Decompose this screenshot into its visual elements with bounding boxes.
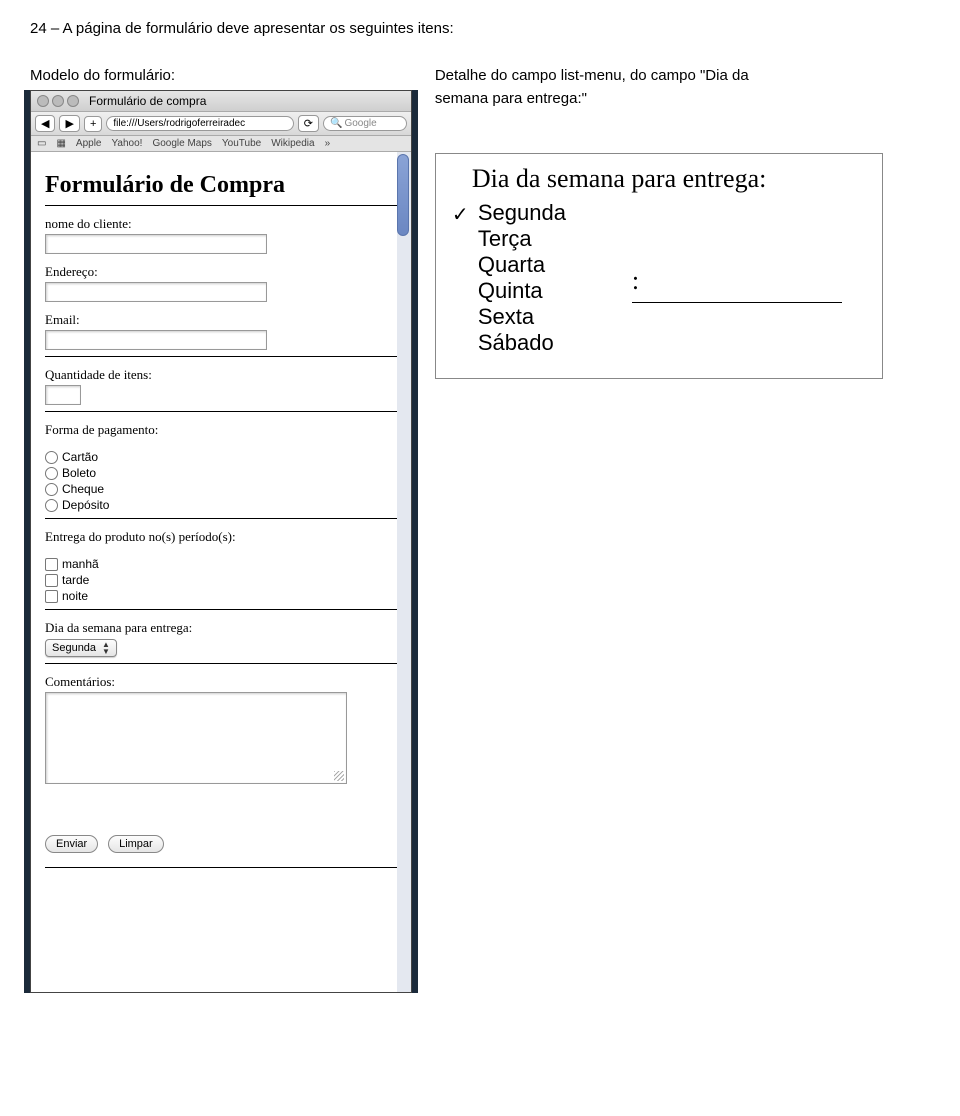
menu-option[interactable]: Quarta — [442, 252, 642, 278]
detail-field-label: Dia da semana para entrega: — [472, 164, 872, 194]
divider — [45, 205, 397, 206]
menu-option-label: Quinta — [478, 278, 543, 303]
menu-option[interactable]: Terça — [442, 226, 642, 252]
checkbox-label: tarde — [62, 573, 89, 587]
label-nome: nome do cliente: — [45, 216, 397, 232]
search-field[interactable]: 🔍 Google — [323, 116, 407, 131]
bookmark-link[interactable]: Wikipedia — [271, 138, 314, 149]
label-periodo: Entrega do produto no(s) período(s): — [45, 529, 397, 545]
label-dia: Dia da semana para entrega: — [45, 620, 397, 636]
divider — [45, 609, 397, 610]
forward-button[interactable]: ▶ — [59, 115, 79, 132]
radio-label: Boleto — [62, 466, 96, 480]
resize-grip-icon[interactable] — [334, 771, 344, 781]
menu-option-label: Sábado — [478, 330, 554, 355]
radio-label: Cartão — [62, 450, 98, 464]
reload-button[interactable]: ⟳ — [298, 115, 319, 132]
menu-option[interactable]: Quinta — [442, 278, 642, 304]
layout-table: Modelo do formulário: Formulário de comp… — [30, 67, 930, 993]
divider — [45, 518, 397, 519]
divider — [45, 411, 397, 412]
submit-button[interactable]: Enviar — [45, 835, 98, 853]
caption-detail-line1: Detalhe do campo list-menu, do campo "Di… — [435, 67, 920, 84]
checkbox-icon — [45, 574, 58, 587]
address-bar[interactable]: file:///Users/rodrigoferreiradec — [106, 116, 293, 131]
caption-detail-line2: semana para entrega:" — [435, 90, 920, 107]
scrollbar-thumb[interactable] — [397, 154, 409, 236]
label-pagamento: Forma de pagamento: — [45, 422, 397, 438]
back-button[interactable]: ◀ — [35, 115, 55, 132]
select-menu-popup: ✓ Segunda Terça Quarta Quinta Sexta Sábad… — [442, 196, 642, 360]
window-title: Formulário de compra — [89, 94, 206, 108]
form-title: Formulário de Compra — [45, 172, 397, 199]
checkbox-label: noite — [62, 589, 88, 603]
checkbox-option[interactable]: manhã — [45, 557, 397, 571]
divider — [45, 663, 397, 664]
topsites-icon[interactable]: ▦ — [56, 138, 65, 149]
menu-option-label: Quarta — [478, 252, 545, 277]
menu-option-label: Sexta — [478, 304, 534, 329]
checkbox-icon — [45, 590, 58, 603]
add-bookmark-button[interactable]: + — [84, 116, 102, 132]
label-comentarios: Comentários: — [45, 674, 397, 690]
label-quantidade: Quantidade de itens: — [45, 367, 397, 383]
bookmarks-overflow[interactable]: » — [325, 138, 331, 149]
search-icon: 🔍 — [330, 118, 342, 129]
textarea-comentarios[interactable] — [45, 692, 347, 784]
menu-option-label: Terça — [478, 226, 532, 251]
input-quantidade[interactable] — [45, 385, 81, 405]
radio-label: Cheque — [62, 482, 104, 496]
label-email: Email: — [45, 312, 397, 328]
radio-option[interactable]: Boleto — [45, 466, 397, 480]
check-icon: ✓ — [452, 202, 469, 227]
bookmark-link[interactable]: Google Maps — [152, 138, 211, 149]
close-dot-icon[interactable] — [37, 95, 49, 107]
radio-option[interactable]: Depósito — [45, 498, 397, 512]
radio-label: Depósito — [62, 498, 109, 512]
checkbox-option[interactable]: noite — [45, 589, 397, 603]
caption-model: Modelo do formulário: — [30, 67, 425, 84]
input-email[interactable] — [45, 330, 267, 350]
chevron-updown-icon: ▲▼ — [102, 641, 110, 655]
bookmarks-bar: ▭ ▦ Apple Yahoo! Google Maps YouTube Wik… — [31, 136, 411, 152]
page-content: Formulário de Compra nome do cliente: En… — [31, 152, 411, 992]
browser-toolbar: ◀ ▶ + file:///Users/rodrigoferreiradec ⟳… — [31, 112, 411, 136]
label-endereco: Endereço: — [45, 264, 397, 280]
traffic-lights — [37, 95, 79, 107]
browser-window: Formulário de compra ◀ ▶ + file:///Users… — [30, 90, 412, 993]
reading-list-icon[interactable]: ▭ — [37, 138, 46, 149]
radio-option[interactable]: Cheque — [45, 482, 397, 496]
titlebar: Formulário de compra — [31, 91, 411, 112]
menu-option[interactable]: Sexta — [442, 304, 642, 330]
divider — [45, 867, 397, 868]
bookmark-link[interactable]: Yahoo! — [111, 138, 142, 149]
checkbox-icon — [45, 558, 58, 571]
radio-icon — [45, 499, 58, 512]
radio-icon — [45, 483, 58, 496]
scrollbar-track[interactable] — [397, 152, 411, 992]
doc-step-text: 24 – A página de formulário deve apresen… — [30, 20, 930, 37]
radio-icon — [45, 467, 58, 480]
bookmark-link[interactable]: Apple — [76, 138, 102, 149]
input-nome[interactable] — [45, 234, 267, 254]
select-value: Segunda — [52, 642, 96, 654]
detail-screenshot: Dia da semana para entrega: ✓ Segunda Ter… — [435, 153, 883, 379]
checkbox-label: manhã — [62, 557, 99, 571]
input-endereco[interactable] — [45, 282, 267, 302]
menu-option[interactable]: ✓ Segunda — [442, 200, 642, 226]
background-label-fragment: : — [632, 196, 842, 303]
reset-button[interactable]: Limpar — [108, 835, 164, 853]
menu-option[interactable]: Sábado — [442, 330, 642, 356]
divider — [45, 356, 397, 357]
zoom-dot-icon[interactable] — [67, 95, 79, 107]
select-dia[interactable]: Segunda ▲▼ — [45, 639, 117, 657]
checkbox-option[interactable]: tarde — [45, 573, 397, 587]
minimize-dot-icon[interactable] — [52, 95, 64, 107]
radio-option[interactable]: Cartão — [45, 450, 397, 464]
bookmark-link[interactable]: YouTube — [222, 138, 261, 149]
radio-icon — [45, 451, 58, 464]
menu-option-label: Segunda — [478, 200, 566, 225]
search-placeholder: Google — [344, 118, 376, 129]
